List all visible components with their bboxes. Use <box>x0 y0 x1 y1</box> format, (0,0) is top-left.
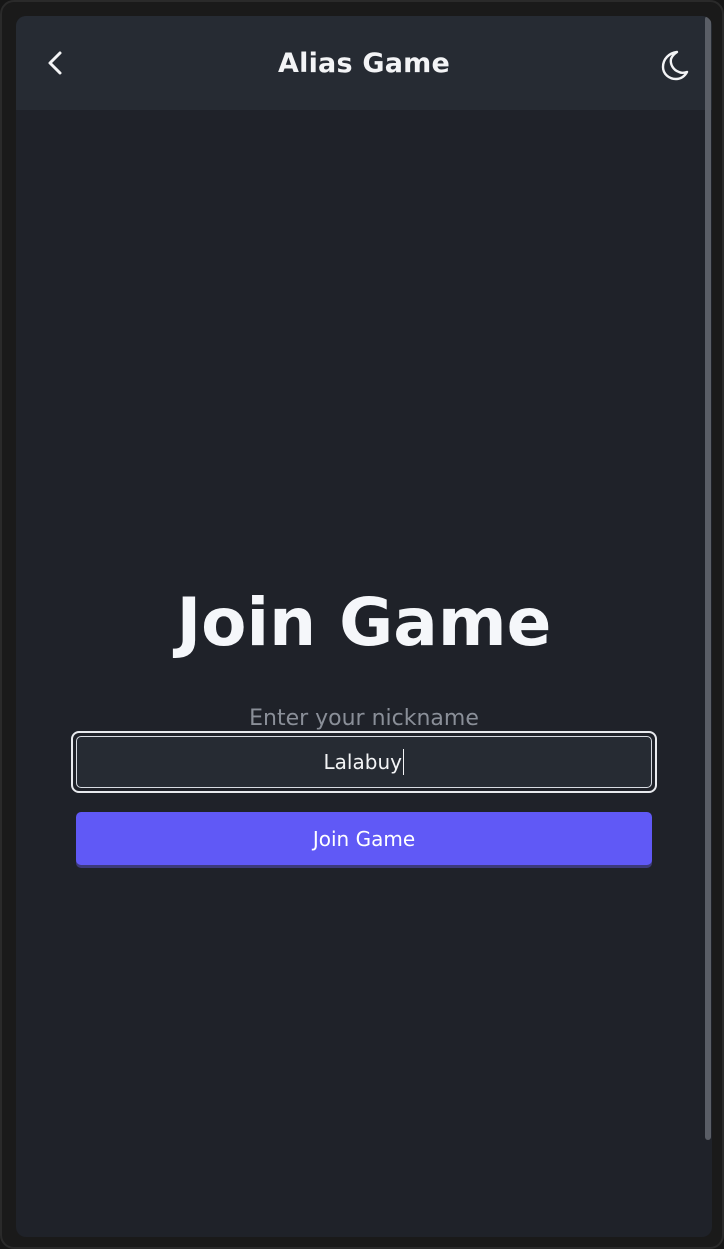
nickname-focus-ring: Lalabuy <box>71 731 657 793</box>
theme-toggle-button[interactable] <box>652 44 694 86</box>
device-frame: Alias Game Join Game Enter your nickname… <box>0 0 724 1249</box>
back-button[interactable] <box>36 43 72 83</box>
app-title: Alias Game <box>278 47 450 79</box>
join-game-button[interactable]: Join Game <box>76 812 652 865</box>
scrollbar[interactable] <box>705 16 711 1140</box>
app-window: Alias Game Join Game Enter your nickname… <box>16 16 712 1237</box>
top-bar: Alias Game <box>16 16 712 110</box>
page-heading: Join Game <box>176 584 552 661</box>
moon-icon <box>661 50 689 81</box>
nickname-input[interactable]: Lalabuy <box>76 736 652 788</box>
nickname-label: Enter your nickname <box>249 706 479 731</box>
nickname-value: Lalabuy <box>323 750 402 774</box>
text-cursor <box>402 749 405 775</box>
chevron-left-icon <box>48 51 62 75</box>
